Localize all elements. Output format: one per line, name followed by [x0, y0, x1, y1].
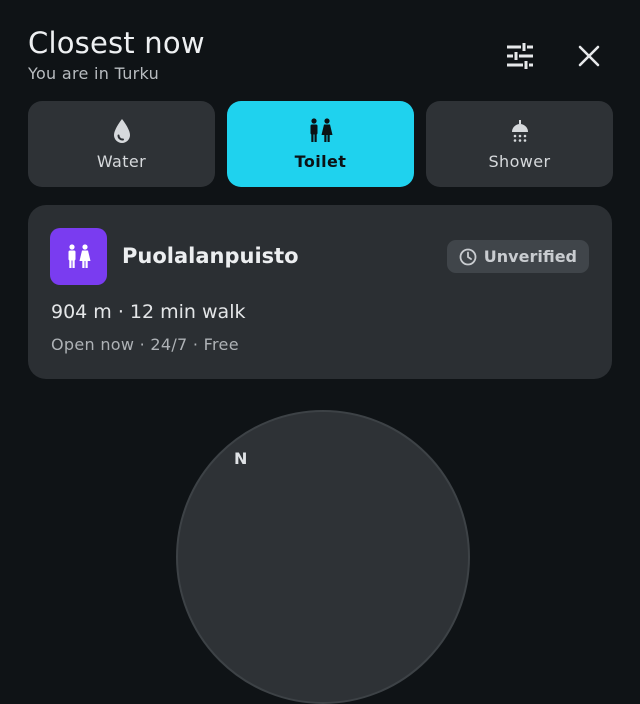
clock-icon — [459, 248, 477, 265]
close-icon — [578, 45, 600, 67]
verification-badge: Unverified — [446, 240, 589, 273]
category-selector: Water Toilet Shower — [28, 101, 613, 187]
category-label: Shower — [488, 151, 551, 171]
compass-north-label: N — [234, 449, 248, 468]
water-drop-icon — [113, 118, 130, 143]
toilet-icon — [310, 117, 332, 142]
category-label: Toilet — [294, 151, 347, 171]
category-toilet-button[interactable]: Toilet — [227, 101, 414, 187]
toilet-icon — [68, 243, 90, 268]
compass-dial — [176, 410, 470, 704]
category-shower-button[interactable]: Shower — [426, 101, 613, 187]
hours-text: Open now · 24/7 · Free — [51, 335, 239, 354]
header: Closest now You are in Turku — [28, 24, 205, 83]
tune-sliders-icon — [507, 43, 533, 69]
location-subtitle: You are in Turku — [28, 64, 160, 83]
place-type-badge — [50, 228, 107, 285]
verification-label: Unverified — [483, 247, 577, 266]
category-water-button[interactable]: Water — [28, 101, 215, 187]
place-name: Puolalanpuisto — [122, 244, 299, 268]
filter-button[interactable] — [500, 36, 540, 76]
close-button[interactable] — [569, 36, 609, 76]
closest-result-card[interactable]: Puolalanpuisto Unverified 904 m · 12 min… — [28, 205, 612, 379]
distance-text: 904 m · 12 min walk — [51, 301, 246, 323]
category-label: Water — [96, 151, 147, 171]
shower-icon — [511, 119, 528, 142]
page-title: Closest now — [28, 26, 205, 60]
